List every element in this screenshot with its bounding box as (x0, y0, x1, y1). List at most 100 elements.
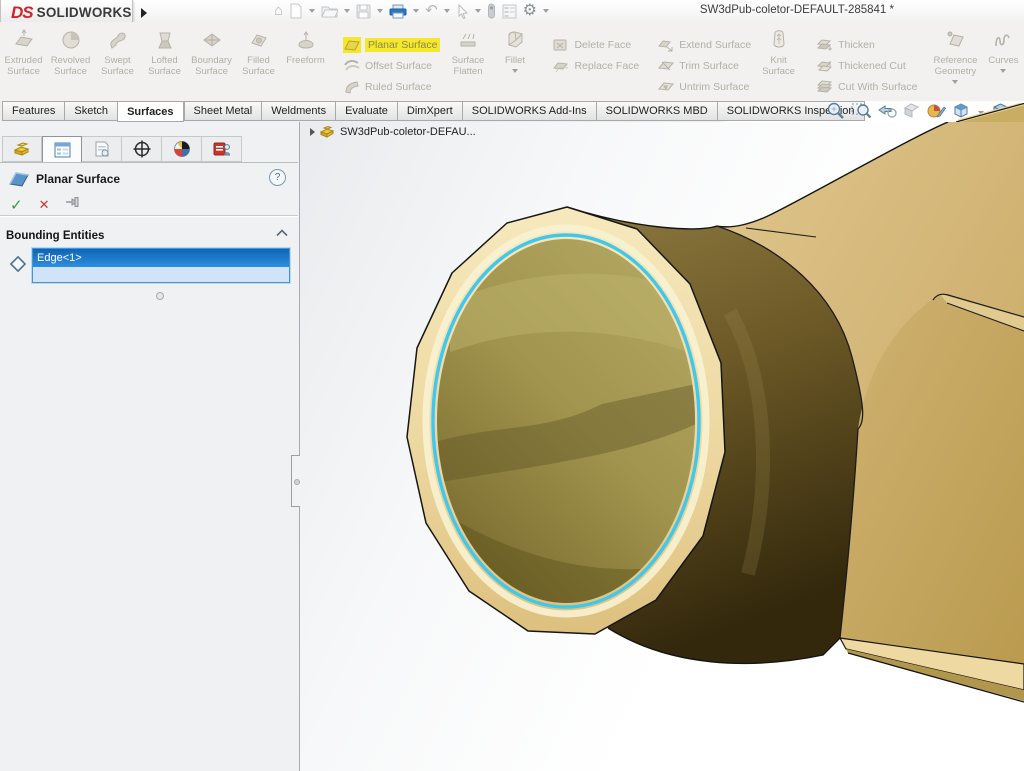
save-icon[interactable] (354, 1, 373, 21)
reference-geometry-caret-icon[interactable] (952, 80, 958, 84)
propertymanager-icon (54, 142, 71, 158)
graphics-viewport[interactable]: SW3dPub-coletor-DEFAU... (300, 122, 1024, 771)
open-icon[interactable] (319, 1, 340, 21)
displaymanager-tab[interactable] (162, 136, 202, 162)
property-manager-panel: Planar Surface ? ✓ ✕ Bounding Entities E… (0, 122, 300, 771)
planar-offset-ruled-group: Planar Surface Offset Surface Ruled Surf… (337, 22, 444, 101)
lofted-surface-icon (153, 27, 177, 53)
offset-surface-button[interactable]: Offset Surface (343, 55, 440, 76)
extruded-surface-icon (12, 27, 36, 53)
file-properties-icon[interactable] (500, 1, 519, 21)
options-caret-icon[interactable] (543, 9, 549, 13)
reference-group: Reference Geometry Curves (929, 22, 1024, 101)
filled-surface-icon (247, 27, 271, 53)
face-edit-group: Delete Face Replace Face (546, 22, 643, 101)
replace-face-button[interactable]: Replace Face (552, 55, 639, 76)
home-icon[interactable]: ⌂ (272, 1, 285, 21)
fillet-button[interactable]: Fillet (491, 22, 538, 73)
flatten-fillet-group: Surface Flatten Fillet (444, 22, 538, 101)
trim-group: Extend Surface Trim Surface Untrim Surfa… (651, 22, 755, 101)
zoom-to-fit-icon[interactable] (826, 101, 846, 125)
extruded-surface-button[interactable]: Extruded Surface (0, 22, 47, 77)
trim-surface-icon (657, 58, 675, 74)
planar-surface-header-icon (8, 170, 30, 188)
curves-caret-icon[interactable] (1000, 69, 1006, 73)
selection-list-item[interactable]: Edge<1> (33, 249, 289, 267)
expand-arrow-icon[interactable] (310, 128, 315, 136)
listbox-resize-grip[interactable] (156, 292, 164, 300)
manager-tab-divider (0, 162, 298, 163)
cancel-button[interactable]: ✕ (39, 197, 50, 213)
tab-solidworks-add-ins[interactable]: SOLIDWORKS Add-Ins (462, 101, 596, 121)
undo-icon[interactable]: ↶ (423, 1, 440, 21)
surface-flatten-button[interactable]: Surface Flatten (444, 22, 491, 77)
thicken-icon (816, 37, 834, 53)
open-caret-icon[interactable] (344, 9, 350, 13)
title-bar: DS SOLIDWORKS ⌂ ↶ ⚙ SW3dPub-coletor-DEFA… (0, 0, 1024, 23)
swept-surface-icon (106, 27, 130, 53)
featuremanager-tab[interactable] (2, 136, 42, 162)
select-caret-icon[interactable] (475, 9, 481, 13)
tab-solidworks-mbd[interactable]: SOLIDWORKS MBD (596, 101, 717, 121)
print-caret-icon[interactable] (413, 9, 419, 13)
print-icon[interactable] (387, 1, 409, 21)
zoom-to-area-icon[interactable] (851, 101, 872, 125)
dimxpertmanager-icon (133, 140, 151, 158)
swept-surface-button[interactable]: Swept Surface (94, 22, 141, 77)
thicken-button[interactable]: Thicken (816, 34, 917, 55)
thicken-group: Thicken Thickened Cut Cut With Surface (810, 22, 921, 101)
section-view-icon[interactable] (902, 101, 921, 125)
tab-surfaces[interactable]: Surfaces (117, 101, 183, 122)
tab-evaluate[interactable]: Evaluate (335, 101, 397, 121)
edit-appearance-icon[interactable] (926, 101, 946, 125)
new-document-icon[interactable] (287, 1, 305, 21)
panel-splitter-handle[interactable] (291, 455, 300, 507)
curves-button[interactable]: Curves (981, 22, 1024, 73)
lofted-surface-button[interactable]: Lofted Surface (141, 22, 188, 77)
pin-button[interactable] (65, 195, 83, 214)
dimxpertmanager-tab[interactable] (122, 136, 162, 162)
cam-manager-tab[interactable] (202, 136, 242, 162)
knit-surface-icon (767, 27, 791, 53)
flyout-arrow-icon (141, 8, 147, 18)
revolved-surface-button[interactable]: Revolved Surface (47, 22, 94, 77)
thickened-cut-icon (816, 58, 834, 74)
selection-filter-icon[interactable] (485, 1, 498, 21)
selection-list-empty-row[interactable] (33, 267, 289, 282)
filled-surface-button[interactable]: Filled Surface (235, 22, 282, 77)
planar-surface-button[interactable]: Planar Surface (343, 34, 440, 55)
tab-dimxpert[interactable]: DimXpert (397, 101, 462, 121)
ok-button[interactable]: ✓ (10, 196, 23, 214)
ruled-surface-button[interactable]: Ruled Surface (343, 76, 440, 97)
collapse-chevron-icon[interactable] (276, 229, 288, 237)
undo-caret-icon[interactable] (444, 9, 450, 13)
tab-sketch[interactable]: Sketch (64, 101, 117, 121)
thickened-cut-button[interactable]: Thickened Cut (816, 55, 917, 76)
knit-surface-button[interactable]: Knit Surface (755, 22, 802, 77)
untrim-surface-button[interactable]: Untrim Surface (657, 76, 751, 97)
new-document-caret-icon[interactable] (309, 9, 315, 13)
extend-surface-button[interactable]: Extend Surface (657, 34, 751, 55)
fillet-caret-icon[interactable] (512, 69, 518, 73)
model-3d-view[interactable] (300, 122, 1024, 771)
options-gear-icon[interactable]: ⚙ (521, 1, 539, 21)
configurationmanager-tab[interactable] (82, 136, 122, 162)
cut-with-surface-button[interactable]: Cut With Surface (816, 76, 917, 97)
tab-sheet-metal[interactable]: Sheet Metal (184, 101, 262, 121)
delete-face-button[interactable]: Delete Face (552, 34, 639, 55)
tab-features[interactable]: Features (2, 101, 64, 121)
previous-view-icon[interactable] (877, 101, 897, 125)
feature-tree-breadcrumb[interactable]: SW3dPub-coletor-DEFAU... (310, 125, 476, 138)
tab-weldments[interactable]: Weldments (261, 101, 335, 121)
selection-listbox[interactable]: Edge<1> (32, 248, 290, 283)
boundary-surface-button[interactable]: Boundary Surface (188, 22, 235, 77)
freeform-button[interactable]: Freeform (282, 22, 329, 66)
help-icon[interactable]: ? (269, 169, 286, 186)
save-caret-icon[interactable] (377, 9, 383, 13)
reference-geometry-button[interactable]: Reference Geometry (929, 22, 981, 84)
propertymanager-tab[interactable] (42, 136, 82, 163)
bounding-entities-group-header[interactable]: Bounding Entities (0, 226, 298, 246)
document-title: SW3dPub-coletor-DEFAULT-285841 * (700, 4, 894, 16)
trim-surface-button[interactable]: Trim Surface (657, 55, 751, 76)
select-icon[interactable] (454, 1, 471, 21)
